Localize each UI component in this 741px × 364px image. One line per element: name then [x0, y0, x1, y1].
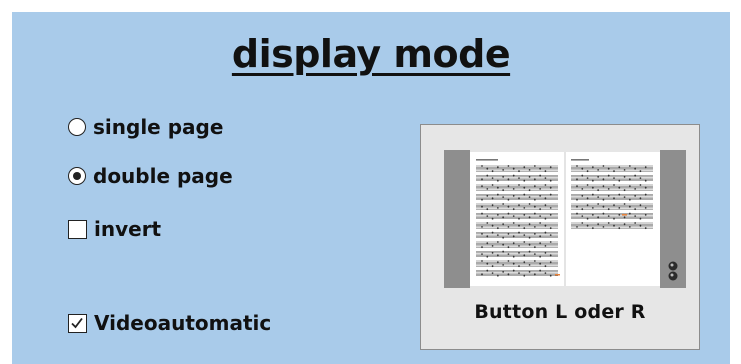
double-page-radio[interactable]: double page — [68, 164, 233, 188]
invert-label: invert — [94, 217, 162, 241]
videoautomatic-checkbox[interactable]: Videoautomatic — [68, 311, 271, 335]
double-page-label: double page — [93, 164, 233, 188]
single-page-radio[interactable]: single page — [68, 115, 223, 139]
sheet-music-double-page-icon — [444, 150, 686, 288]
single-page-label: single page — [93, 115, 224, 139]
videoautomatic-label: Videoautomatic — [94, 311, 272, 335]
radio-checked-icon[interactable] — [68, 167, 86, 185]
page-preview: Button L oder R — [420, 124, 700, 350]
radio-unchecked-icon[interactable] — [68, 118, 86, 136]
display-mode-panel: display mode single page double page inv… — [12, 12, 730, 364]
panel-title: display mode — [231, 32, 511, 76]
checkbox-unchecked-icon[interactable] — [68, 219, 87, 239]
preview-caption: Button L oder R — [474, 301, 646, 323]
invert-checkbox[interactable]: invert — [68, 217, 161, 241]
checkbox-checked-icon[interactable] — [68, 313, 87, 333]
